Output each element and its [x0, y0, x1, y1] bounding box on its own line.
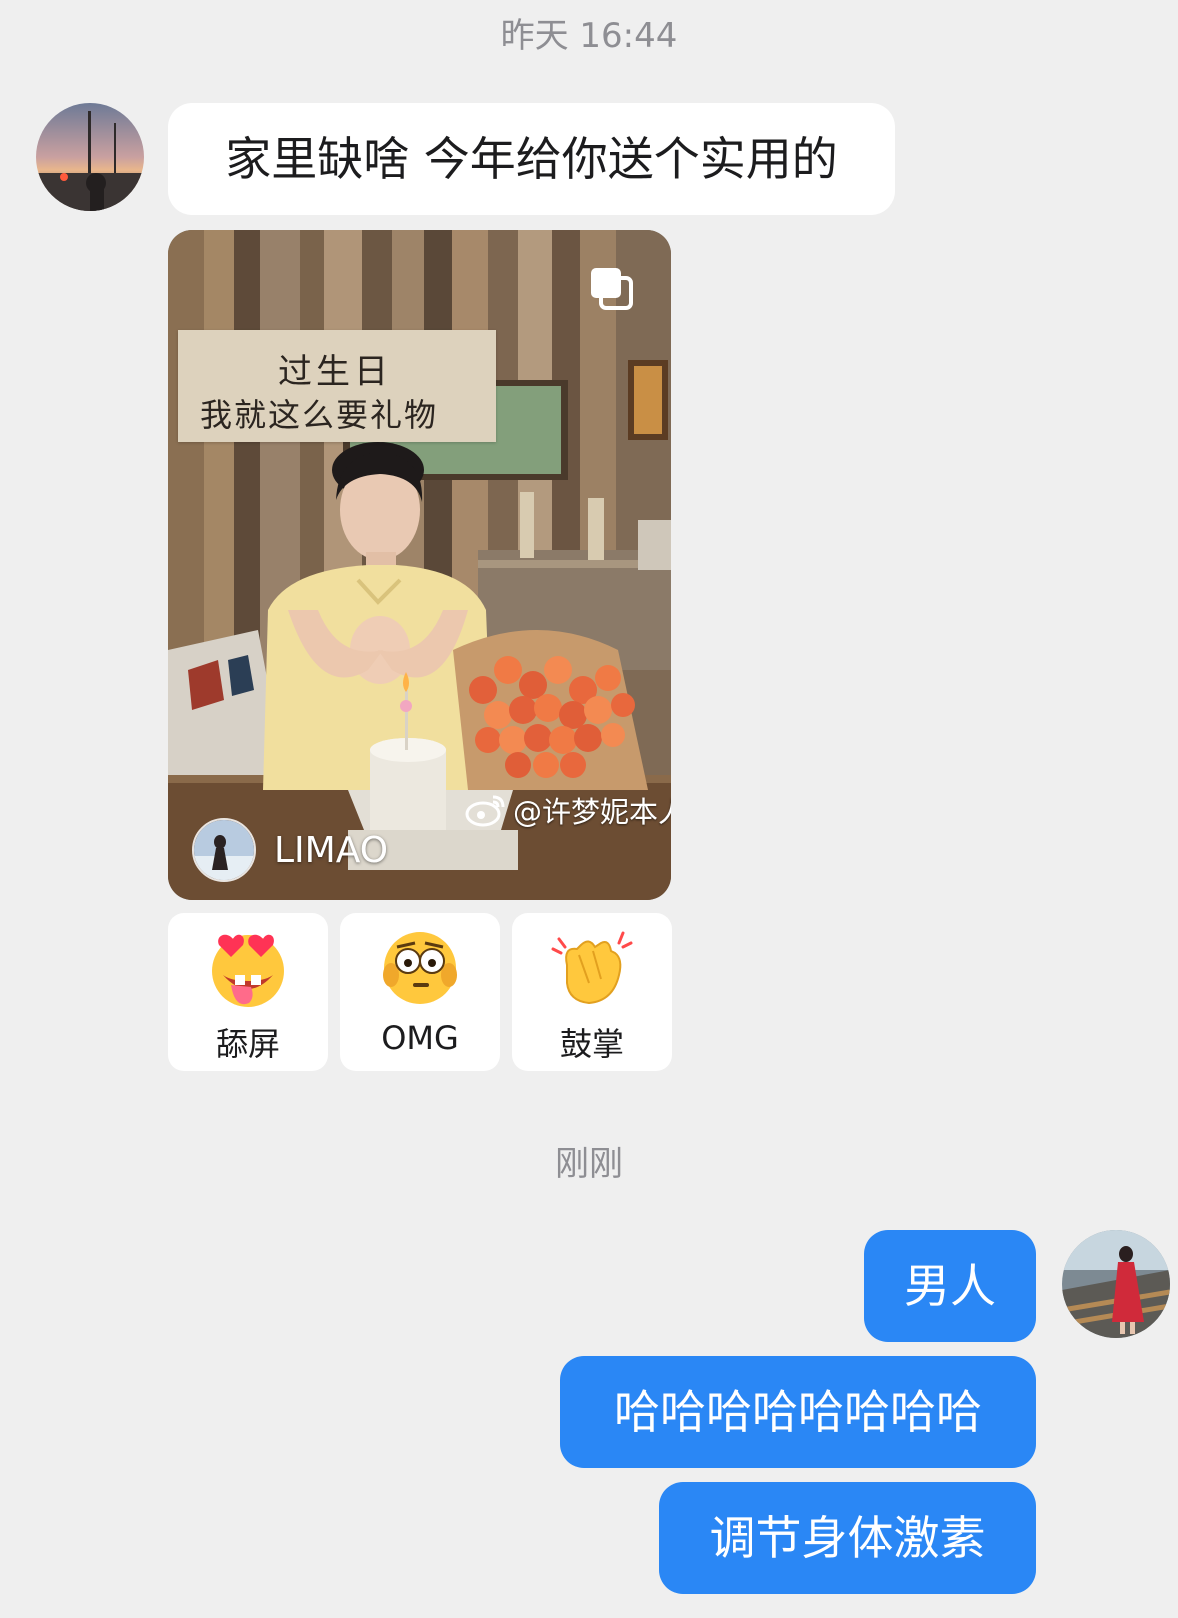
my-avatar-image — [1062, 1230, 1170, 1338]
reaction-omg-button[interactable]: OMG — [340, 913, 500, 1071]
reaction-label: 鼓掌 — [559, 1025, 624, 1063]
outgoing-message-bubble[interactable]: 男人 — [864, 1230, 1036, 1342]
watermark-text: @许梦妮本人 — [513, 795, 671, 829]
contact-avatar[interactable] — [36, 103, 144, 211]
caption-line-2: 我就这么要礼物 — [200, 396, 439, 434]
outgoing-message-bubble[interactable]: 调节身体激素 — [659, 1482, 1036, 1594]
weibo-icon — [465, 795, 505, 827]
reaction-label: 舔屏 — [215, 1025, 280, 1063]
timestamp-yesterday: 昨天 16:44 — [500, 16, 678, 56]
photo-caption-note: 过生日 我就这么要礼物 — [178, 330, 496, 442]
shocked-face-icon — [383, 932, 457, 1004]
weibo-watermark: @许梦妮本人 — [465, 789, 671, 831]
my-avatar[interactable] — [1062, 1230, 1170, 1338]
caption-line-1: 过生日 — [278, 352, 392, 392]
multiple-images-icon — [587, 264, 637, 314]
post-author[interactable]: LIMAO — [192, 818, 388, 882]
shared-post-card[interactable]: 过生日 我就这么要礼物 @许梦妮本人 LIMAO — [168, 230, 671, 900]
post-author-avatar — [192, 818, 256, 882]
reaction-label: OMG — [381, 1019, 459, 1057]
reaction-applause-button[interactable]: 鼓掌 — [512, 913, 672, 1071]
incoming-message-bubble[interactable]: 家里缺啥 今年给你送个实用的 — [168, 103, 895, 215]
timestamp-just-now: 刚刚 — [555, 1144, 623, 1184]
reaction-lick-screen-button[interactable]: 舔屏 — [168, 913, 328, 1071]
drooling-heart-eyes-icon — [212, 934, 284, 1007]
outgoing-message-bubble[interactable]: 哈哈哈哈哈哈哈哈 — [560, 1356, 1036, 1468]
post-author-name: LIMAO — [274, 829, 389, 871]
contact-avatar-image — [36, 103, 144, 211]
clapping-hands-icon — [551, 931, 633, 1005]
